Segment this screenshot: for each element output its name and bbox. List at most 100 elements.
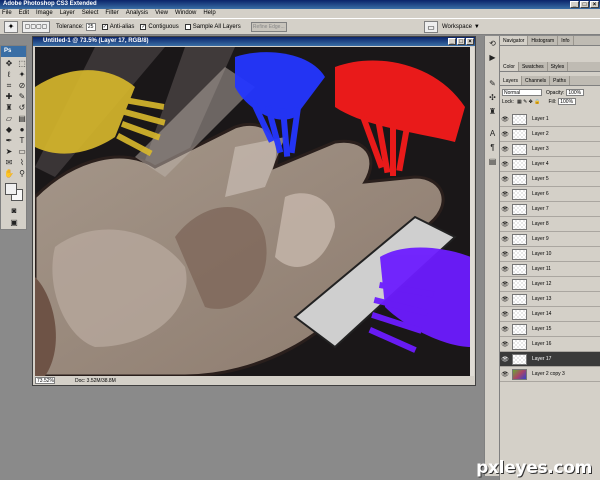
lasso-tool-icon[interactable]: ℓ: [3, 70, 15, 80]
doc-minimize-button[interactable]: _: [448, 38, 456, 45]
slice-tool-icon[interactable]: ⊘: [16, 81, 28, 91]
tab-swatches[interactable]: Swatches: [519, 62, 548, 71]
visibility-eye-icon[interactable]: 👁: [500, 236, 510, 243]
layer-row[interactable]: 👁 Layer 2: [500, 127, 600, 142]
menu-window[interactable]: Window: [175, 9, 196, 18]
bridge-icon[interactable]: ▭: [424, 21, 438, 33]
tab-layers[interactable]: Layers: [500, 76, 523, 85]
quick-mask-icon[interactable]: ◙: [8, 206, 20, 216]
magic-wand-tool-icon[interactable]: ✦: [16, 70, 28, 80]
layer-comps-icon[interactable]: ▤: [486, 156, 499, 168]
blur-tool-icon[interactable]: ◆: [3, 125, 15, 135]
contiguous-checkbox[interactable]: ✓: [140, 23, 147, 30]
layer-row[interactable]: 👁 Layer 2 copy 3: [500, 367, 600, 382]
stamp-tool-icon[interactable]: ♜: [3, 103, 15, 113]
visibility-eye-icon[interactable]: 👁: [500, 371, 510, 378]
tab-histogram[interactable]: Histogram: [528, 36, 559, 45]
visibility-eye-icon[interactable]: 👁: [500, 251, 510, 258]
healing-tool-icon[interactable]: ✚: [3, 92, 15, 102]
tool-presets-icon[interactable]: ✎: [486, 78, 499, 90]
dodge-tool-icon[interactable]: ●: [16, 125, 28, 135]
image-canvas[interactable]: [35, 47, 471, 376]
visibility-eye-icon[interactable]: 👁: [500, 191, 510, 198]
menu-file[interactable]: File: [2, 9, 12, 18]
visibility-eye-icon[interactable]: 👁: [500, 266, 510, 273]
visibility-eye-icon[interactable]: 👁: [500, 161, 510, 168]
screen-mode-icon[interactable]: ▣: [8, 218, 20, 228]
lock-pixels-icon[interactable]: ▦ ✎ ✥ 🔒: [517, 99, 541, 105]
visibility-eye-icon[interactable]: 👁: [500, 326, 510, 333]
foreground-color-swatch[interactable]: [5, 183, 17, 195]
visibility-eye-icon[interactable]: 👁: [500, 221, 510, 228]
paragraph-panel-icon[interactable]: ¶: [486, 142, 499, 154]
menu-select[interactable]: Select: [82, 9, 99, 18]
tab-info[interactable]: Info: [558, 36, 574, 45]
history-brush-icon[interactable]: ↺: [16, 103, 28, 113]
tab-navigator[interactable]: Navigator: [500, 36, 529, 45]
crop-tool-icon[interactable]: ⌗: [3, 81, 15, 91]
menu-help[interactable]: Help: [203, 9, 215, 18]
brush-tool-icon[interactable]: ✎: [16, 92, 28, 102]
layer-row[interactable]: 👁 Layer 12: [500, 277, 600, 292]
layer-row[interactable]: 👁 Layer 1: [500, 112, 600, 127]
visibility-eye-icon[interactable]: 👁: [500, 131, 510, 138]
sample-all-checkbox[interactable]: [184, 23, 191, 30]
layer-row[interactable]: 👁 Layer 9: [500, 232, 600, 247]
minimize-button[interactable]: _: [570, 1, 579, 8]
blend-mode-select[interactable]: Normal: [502, 89, 542, 96]
fill-input[interactable]: 100%: [558, 98, 577, 105]
visibility-eye-icon[interactable]: 👁: [500, 146, 510, 153]
layer-row[interactable]: 👁 Layer 17: [500, 352, 600, 367]
layer-row[interactable]: 👁 Layer 4: [500, 157, 600, 172]
menu-layer[interactable]: Layer: [60, 9, 75, 18]
history-panel-icon[interactable]: ⟲: [486, 38, 499, 50]
layer-row[interactable]: 👁 Layer 5: [500, 172, 600, 187]
character-panel-icon[interactable]: A: [486, 128, 499, 140]
layer-row[interactable]: 👁 Layer 15: [500, 322, 600, 337]
opacity-input[interactable]: 100%: [566, 89, 585, 96]
tab-styles[interactable]: Styles: [548, 62, 569, 71]
layer-row[interactable]: 👁 Layer 10: [500, 247, 600, 262]
doc-size-info[interactable]: Doc: 3.52M/38.8M: [75, 378, 116, 384]
layer-row[interactable]: 👁 Layer 13: [500, 292, 600, 307]
clone-source-icon[interactable]: ♜: [486, 106, 499, 118]
visibility-eye-icon[interactable]: 👁: [500, 341, 510, 348]
tab-paths[interactable]: Paths: [550, 76, 570, 85]
hand-tool-icon[interactable]: ✋: [3, 169, 15, 179]
move-tool-icon[interactable]: ✥: [3, 59, 15, 69]
visibility-eye-icon[interactable]: 👁: [500, 176, 510, 183]
visibility-eye-icon[interactable]: 👁: [500, 206, 510, 213]
tolerance-input[interactable]: 25: [85, 22, 96, 31]
menu-view[interactable]: View: [155, 9, 168, 18]
layer-row[interactable]: 👁 Layer 11: [500, 262, 600, 277]
gradient-tool-icon[interactable]: ▤: [16, 114, 28, 124]
refine-edge-button[interactable]: Refine Edge...: [250, 21, 287, 32]
pen-tool-icon[interactable]: ✒: [3, 136, 15, 146]
selection-mode-icon[interactable]: ▢▢▢▢: [22, 20, 50, 33]
marquee-tool-icon[interactable]: ⬚: [16, 59, 28, 69]
visibility-eye-icon[interactable]: 👁: [500, 281, 510, 288]
maximize-button[interactable]: □: [580, 1, 589, 8]
menu-edit[interactable]: Edit: [19, 9, 29, 18]
layer-row[interactable]: 👁 Layer 8: [500, 217, 600, 232]
notes-tool-icon[interactable]: ✉: [3, 158, 15, 168]
visibility-eye-icon[interactable]: 👁: [500, 116, 510, 123]
menu-analysis[interactable]: Analysis: [126, 9, 148, 18]
eyedropper-tool-icon[interactable]: ⌇: [16, 158, 28, 168]
shape-tool-icon[interactable]: ▭: [16, 147, 28, 157]
antialias-checkbox[interactable]: ✓: [101, 23, 108, 30]
zoom-tool-icon[interactable]: ⚲: [16, 169, 28, 179]
layer-row[interactable]: 👁 Layer 16: [500, 337, 600, 352]
workspace-menu[interactable]: ▭ Workspace ▼: [420, 21, 480, 33]
brushes-panel-icon[interactable]: ✣: [486, 92, 499, 104]
layer-row[interactable]: 👁 Layer 7: [500, 202, 600, 217]
path-select-icon[interactable]: ➤: [3, 147, 15, 157]
actions-panel-icon[interactable]: ▶: [486, 52, 499, 64]
visibility-eye-icon[interactable]: 👁: [500, 356, 510, 363]
menu-filter[interactable]: Filter: [105, 9, 118, 18]
eraser-tool-icon[interactable]: ▱: [3, 114, 15, 124]
visibility-eye-icon[interactable]: 👁: [500, 296, 510, 303]
vertical-scrollbar[interactable]: [470, 47, 474, 376]
layer-row[interactable]: 👁 Layer 3: [500, 142, 600, 157]
doc-close-button[interactable]: ×: [466, 38, 474, 45]
